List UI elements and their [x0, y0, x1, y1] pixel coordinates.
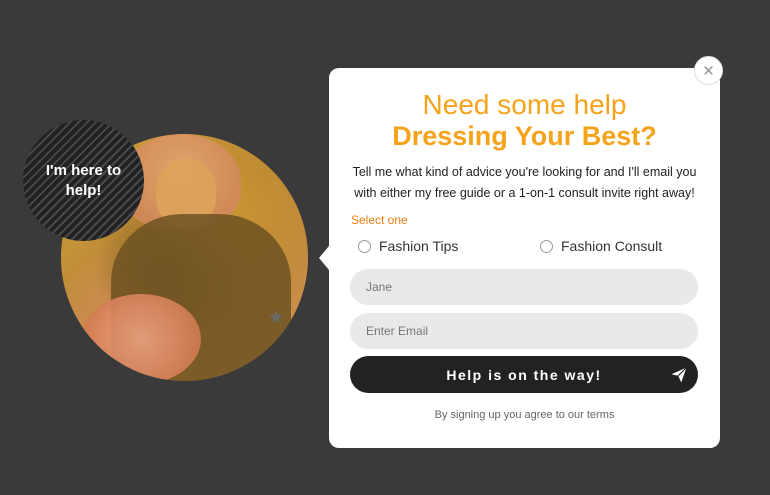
speech-bubble: I'm here to help!: [23, 120, 144, 241]
radio-circle-icon[interactable]: [540, 239, 553, 253]
close-icon[interactable]: ✕: [702, 62, 715, 80]
name-input[interactable]: [350, 269, 698, 305]
heading-line1: Need some help: [422, 89, 627, 120]
select-label: Select one: [351, 213, 408, 227]
bubble-text: I'm here to help!: [45, 161, 122, 199]
popup-card: Need some help Dressing Your Best? Tell …: [319, 68, 720, 448]
star-icon: ★: [268, 307, 285, 327]
card-pointer: [319, 246, 329, 270]
heading-line2: Dressing Your Best?: [392, 121, 657, 151]
radio-fashion-tips[interactable]: Fashion Tips: [358, 238, 458, 254]
description: Tell me what kind of advice you're looki…: [352, 165, 697, 200]
submit-button[interactable]: Help is on the way!: [350, 356, 698, 393]
paper-plane-icon: [671, 367, 687, 383]
radio-label: Fashion Tips: [379, 238, 459, 254]
email-input[interactable]: [350, 313, 698, 349]
radio-fashion-consult[interactable]: Fashion Consult: [540, 238, 662, 254]
radio-circle-icon[interactable]: [358, 239, 371, 253]
submit-label: Help is on the way!: [446, 366, 602, 383]
close-button[interactable]: ✕: [694, 56, 723, 85]
radio-label: Fashion Consult: [561, 238, 663, 254]
terms-text: By signing up you agree to our terms: [434, 409, 615, 421]
